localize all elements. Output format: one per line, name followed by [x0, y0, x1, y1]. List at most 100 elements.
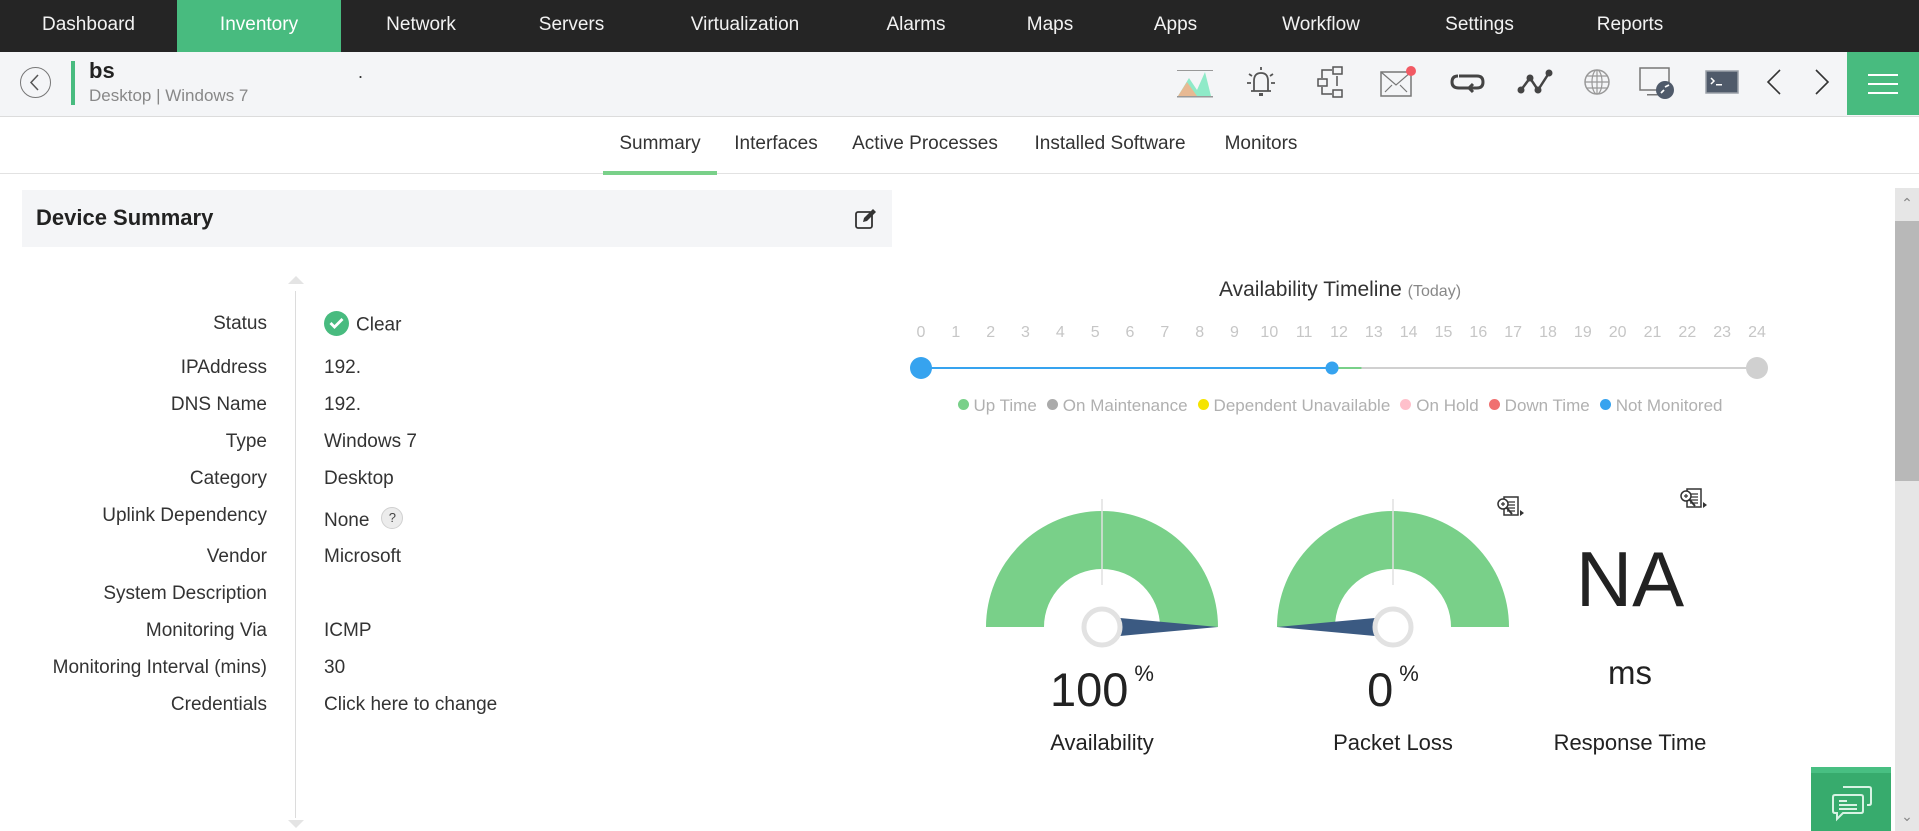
availability-label: Availability: [1050, 730, 1154, 755]
availability-gauge-arc: [986, 511, 1218, 627]
hour-tick: 21: [1643, 324, 1662, 341]
scroll-up-arrow[interactable]: ⌃: [1895, 188, 1919, 221]
device-subtitle: Desktop | Windows 7: [89, 86, 249, 105]
legend-dot-icon: [1197, 399, 1209, 411]
menu-icon: [1868, 74, 1898, 76]
collapse-up-arrow[interactable]: [288, 276, 304, 284]
scrollbar[interactable]: ⌃ ⌄: [1895, 188, 1919, 831]
hour-tick: 7: [1160, 324, 1170, 341]
remote-desktop-icon[interactable]: [1637, 64, 1677, 100]
collapse-down-arrow[interactable]: [288, 820, 304, 828]
legend-dot-icon: [1400, 399, 1412, 411]
value-monitoring-via: ICMP: [324, 620, 372, 641]
back-button[interactable]: [20, 67, 51, 98]
hour-tick: 16: [1469, 324, 1488, 341]
legend-item: Down Time: [1488, 396, 1590, 416]
nav-apps[interactable]: Apps: [1116, 0, 1235, 52]
availability-value: 100%: [1002, 661, 1202, 717]
hour-tick: 5: [1090, 324, 1100, 341]
path-icon[interactable]: [1516, 64, 1556, 100]
report-icon[interactable]: [1678, 486, 1708, 512]
menu-icon-bar: [1868, 92, 1898, 94]
label-ip-address: IPAddress: [180, 357, 267, 378]
workflow-icon[interactable]: [1310, 64, 1350, 100]
next-icon[interactable]: [1806, 64, 1836, 100]
hour-tick: 6: [1125, 324, 1135, 341]
hour-tick: 3: [1021, 324, 1030, 341]
help-icon[interactable]: ?: [381, 507, 404, 529]
legend-dot-icon: [1488, 399, 1500, 411]
check-circle-icon: [324, 311, 349, 336]
credentials-change-link[interactable]: Click here to change: [324, 694, 497, 716]
hour-tick: 20: [1608, 324, 1627, 341]
terminal-icon[interactable]: [1702, 64, 1742, 100]
timeline-end-dot: [1746, 357, 1768, 379]
nav-inventory[interactable]: Inventory: [177, 0, 341, 52]
value-monitoring-interval: 30: [324, 657, 346, 678]
packet-loss-number: 0: [1367, 663, 1394, 716]
nav-network[interactable]: Network: [341, 0, 501, 52]
packet-loss-gauge-arc: [1277, 511, 1509, 627]
availability-gauge-hub: [1081, 606, 1123, 648]
legend-item: On Hold: [1400, 396, 1479, 416]
tab-active-processes[interactable]: Active Processes: [842, 117, 1008, 174]
scroll-thumb[interactable]: [1895, 221, 1919, 481]
legend-label: Not Monitored: [1615, 396, 1723, 415]
legend-label: On Maintenance: [1062, 396, 1188, 415]
label-status: Status: [213, 313, 267, 334]
nav-alarms[interactable]: Alarms: [848, 0, 984, 52]
hour-tick: 13: [1364, 324, 1383, 341]
value-dns-name: 192.: [324, 394, 361, 415]
response-time-label: Response Time: [1553, 730, 1707, 755]
timeline-title-text: Availability Timeline: [1218, 278, 1402, 301]
tab-interfaces[interactable]: Interfaces: [724, 117, 828, 174]
value-type: Windows 7: [324, 431, 417, 452]
hour-tick: 0: [916, 324, 926, 341]
value-category: Desktop: [324, 468, 394, 489]
menu-icon-bar: [1868, 83, 1898, 85]
previous-icon[interactable]: [1760, 64, 1790, 100]
nav-workflow[interactable]: Workflow: [1235, 0, 1407, 52]
hour-tick: 19: [1573, 324, 1592, 341]
timeline-start-dot: [910, 357, 932, 379]
hour-tick: 18: [1539, 324, 1557, 341]
packet-loss-unit: %: [1399, 661, 1419, 687]
label-system-description: System Description: [103, 583, 267, 604]
hour-tick: 24: [1748, 324, 1766, 341]
scroll-down-arrow[interactable]: ⌄: [1895, 801, 1919, 831]
nav-dashboard[interactable]: Dashboard: [0, 0, 177, 52]
nav-servers[interactable]: Servers: [501, 0, 642, 52]
label-uplink-dependency: Uplink Dependency: [102, 505, 267, 526]
hour-tick: 17: [1504, 324, 1523, 341]
label-type: Type: [225, 431, 267, 452]
alarm-bell-icon[interactable]: [1241, 64, 1281, 100]
graph-icon[interactable]: [1175, 64, 1215, 100]
tab-summary[interactable]: Summary: [603, 117, 717, 175]
response-time-unit: ms: [1608, 654, 1652, 691]
tab-monitors[interactable]: Monitors: [1212, 117, 1310, 174]
legend-item: On Maintenance: [1046, 396, 1188, 416]
tab-installed-software[interactable]: Installed Software: [1022, 117, 1198, 174]
packet-loss-gauge-needle: [1277, 618, 1375, 636]
nav-reports[interactable]: Reports: [1552, 0, 1708, 52]
availability-gauge: [986, 499, 1218, 648]
value-ip-address: 192.: [324, 357, 361, 378]
availability-number: 100: [1050, 663, 1129, 716]
legend-label: Up Time: [973, 396, 1037, 415]
chat-icon: [1832, 786, 1872, 822]
nav-settings[interactable]: Settings: [1407, 0, 1552, 52]
report-icon[interactable]: [1495, 494, 1525, 520]
nav-virtualization[interactable]: Virtualization: [642, 0, 848, 52]
sync-icon[interactable]: [1447, 64, 1487, 100]
menu-button[interactable]: [1847, 52, 1919, 115]
timeline-title: Availability Timeline (Today): [900, 278, 1780, 302]
edit-icon[interactable]: [854, 207, 878, 231]
hour-tick: 14: [1399, 324, 1418, 341]
nav-maps[interactable]: Maps: [984, 0, 1116, 52]
chat-button[interactable]: [1811, 767, 1891, 831]
chevron-left-icon: [29, 74, 39, 91]
label-credentials: Credentials: [170, 694, 267, 715]
mail-icon[interactable]: [1377, 64, 1417, 100]
label-vendor: Vendor: [206, 546, 267, 567]
globe-icon[interactable]: [1577, 64, 1617, 100]
